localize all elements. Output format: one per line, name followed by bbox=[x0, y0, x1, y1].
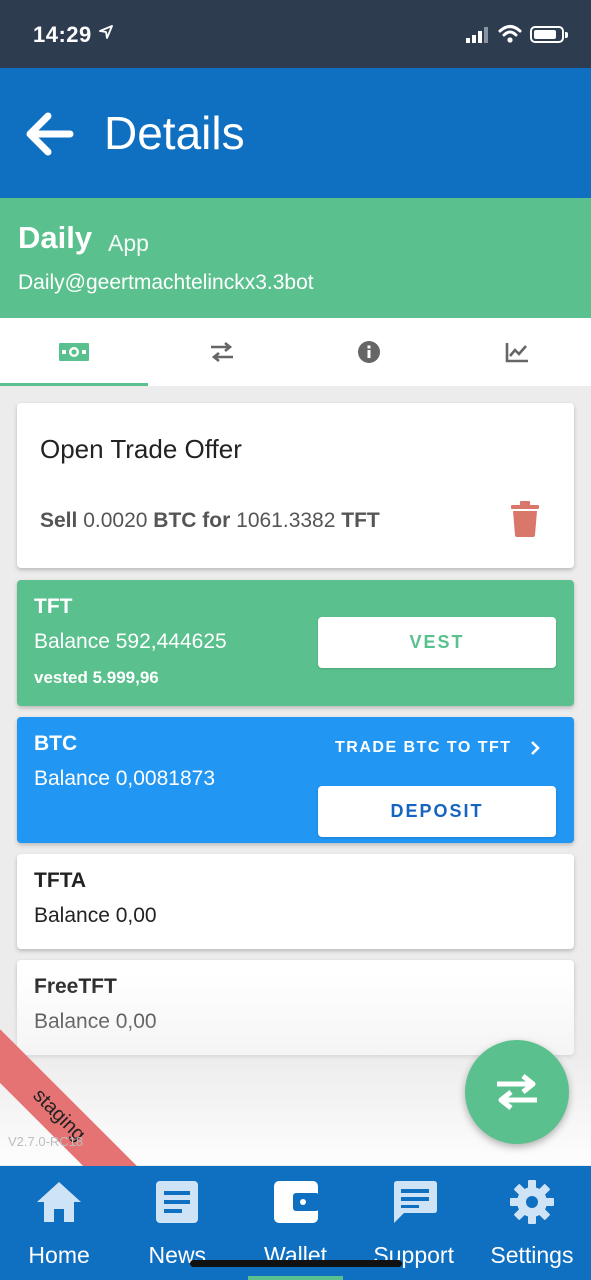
tab-bar bbox=[0, 318, 591, 386]
freetft-balance-card[interactable]: FreeTFT Balance 0,00 bbox=[17, 960, 574, 1055]
wallet-type: App bbox=[108, 230, 149, 256]
battery-icon bbox=[530, 26, 568, 43]
status-bar: 14:29 bbox=[0, 0, 591, 68]
status-time: 14:29 bbox=[33, 22, 92, 47]
signal-icon bbox=[466, 27, 488, 43]
chevron-right-icon bbox=[530, 741, 540, 755]
coin-name: TFTA bbox=[34, 869, 87, 892]
sell-label: Sell bbox=[40, 509, 78, 532]
home-indicator[interactable] bbox=[190, 1260, 402, 1267]
open-trade-offer-card: Open Trade Offer Sell 0.0020 BTC for 106… bbox=[17, 403, 574, 568]
wifi-icon bbox=[498, 25, 522, 43]
trade-btc-to-tft-link[interactable]: TRADE BTC TO TFT bbox=[335, 739, 540, 757]
btc-balance-card[interactable]: BTC Balance 0,0081873 TRADE BTC TO TFT D… bbox=[17, 717, 574, 843]
gear-icon bbox=[508, 1178, 556, 1226]
offer-description: Sell 0.0020 BTC for 1061.3382 TFT bbox=[40, 509, 380, 533]
for-label: for bbox=[202, 509, 231, 532]
coin-name: TFT bbox=[34, 595, 73, 618]
tab-chart[interactable] bbox=[443, 318, 591, 386]
app-bar: Details bbox=[0, 68, 591, 198]
tab-balance[interactable] bbox=[0, 318, 148, 386]
buy-amount: 1061.3382 bbox=[236, 509, 336, 532]
coin-balance: Balance 0,00 bbox=[34, 1010, 157, 1033]
coin-balance: Balance 0,00 bbox=[34, 904, 157, 927]
chart-icon bbox=[505, 343, 529, 363]
tfta-balance-card[interactable]: TFTA Balance 0,00 bbox=[17, 854, 574, 949]
sell-coin: BTC bbox=[153, 509, 197, 532]
wallet-name: Daily bbox=[18, 220, 93, 255]
trade-link-label: TRADE BTC TO TFT bbox=[335, 739, 512, 756]
info-icon bbox=[358, 341, 381, 363]
coin-balance: Balance 592,444625 bbox=[34, 630, 227, 653]
wallet-icon bbox=[272, 1178, 320, 1226]
vest-button[interactable]: VEST bbox=[318, 617, 556, 668]
sell-amount: 0.0020 bbox=[83, 509, 148, 532]
deposit-button[interactable]: DEPOSIT bbox=[318, 786, 556, 837]
coin-name: BTC bbox=[34, 732, 78, 755]
tab-transactions[interactable] bbox=[148, 318, 296, 386]
wallet-header: Daily App Daily@geertmachtelinckx3.3bot bbox=[0, 198, 591, 318]
money-icon bbox=[58, 343, 89, 361]
swap-icon bbox=[497, 1074, 537, 1110]
swap-icon bbox=[210, 341, 233, 363]
page-title: Details bbox=[104, 107, 245, 159]
chat-icon bbox=[390, 1178, 438, 1226]
trash-icon[interactable] bbox=[510, 501, 540, 537]
nav-settings[interactable]: Settings bbox=[473, 1166, 591, 1280]
news-icon bbox=[153, 1178, 201, 1226]
trade-fab-button[interactable] bbox=[465, 1040, 569, 1144]
coin-name: FreeTFT bbox=[34, 975, 117, 998]
vested-amount: vested 5.999,96 bbox=[34, 668, 159, 687]
offer-title: Open Trade Offer bbox=[40, 434, 242, 464]
nav-label: Home bbox=[28, 1242, 90, 1268]
tft-balance-card[interactable]: TFT Balance 592,444625 vested 5.999,96 V… bbox=[17, 580, 574, 706]
version-label: V2.7.0-RC18 bbox=[8, 1134, 84, 1149]
coin-balance: Balance 0,0081873 bbox=[34, 767, 215, 790]
home-icon bbox=[35, 1178, 83, 1226]
location-icon bbox=[99, 25, 113, 39]
buy-coin: TFT bbox=[341, 509, 380, 532]
nav-label: Settings bbox=[490, 1242, 574, 1268]
nav-home[interactable]: Home bbox=[0, 1166, 118, 1280]
wallet-address: Daily@geertmachtelinckx3.3bot bbox=[18, 271, 314, 294]
back-arrow-icon[interactable] bbox=[20, 106, 76, 162]
tab-info[interactable] bbox=[296, 318, 444, 386]
